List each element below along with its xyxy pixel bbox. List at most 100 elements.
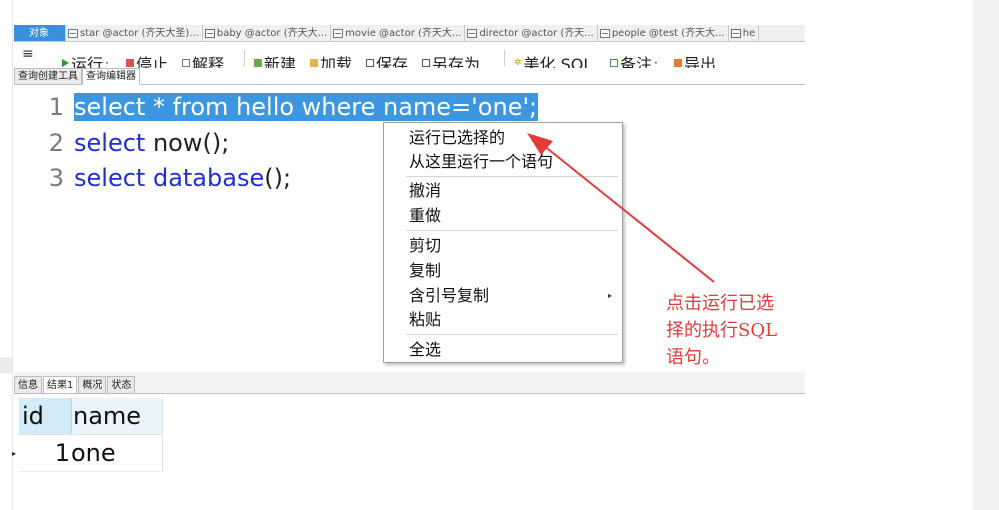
- beautify-label: 美化 SQL: [523, 55, 593, 68]
- cell-name[interactable]: one: [71, 435, 163, 472]
- selected-sql-text: select * from hello where name='one';: [74, 93, 539, 121]
- run-button[interactable]: 运行 ·: [62, 51, 109, 68]
- comment-label: 备注: [620, 55, 653, 68]
- load-button[interactable]: 加载: [310, 51, 352, 68]
- toolbar-divider: [504, 50, 505, 66]
- run-caret: ·: [105, 56, 109, 68]
- annotation-note: 点击运行已选 择的执行SQL 语句。: [666, 290, 816, 371]
- menu-item-copy-with-quotes[interactable]: 含引号复制: [409, 285, 489, 307]
- annotation-line: 语句。: [666, 347, 720, 368]
- export-button[interactable]: 导出: [674, 51, 716, 68]
- cell-id[interactable]: 1: [19, 435, 71, 472]
- tab-status[interactable]: 状态: [107, 376, 136, 394]
- save-as-icon: [422, 59, 430, 67]
- folder-icon: [310, 59, 318, 67]
- save-as-button[interactable]: 另存为: [422, 51, 480, 68]
- comment-icon: [610, 59, 618, 67]
- keyword: database: [152, 164, 265, 192]
- right-gutter: [973, 0, 999, 510]
- explain-label: 解释: [192, 55, 225, 68]
- tab-query-editor[interactable]: 查询编辑器: [82, 68, 140, 85]
- explain-icon: [182, 59, 190, 67]
- code-text: select * from hello where name='one';: [74, 90, 539, 124]
- tab-overview[interactable]: 概况: [78, 376, 107, 394]
- tab-query-builder[interactable]: 查询创建工具: [14, 68, 82, 85]
- export-icon: [674, 59, 682, 67]
- menu-icon[interactable]: ≡: [22, 46, 34, 62]
- line-number: 3: [48, 164, 64, 192]
- tab-label: people @test (齐天大...: [611, 28, 725, 39]
- tab-people[interactable]: people @test (齐天大...: [598, 25, 729, 41]
- panel-splitter[interactable]: [0, 357, 12, 373]
- run-label: 运行: [71, 55, 104, 68]
- tab-info[interactable]: 信息: [14, 376, 42, 394]
- stop-label: 停止: [136, 55, 169, 68]
- menu-item-cut[interactable]: 剪切: [409, 235, 441, 257]
- menu-separator: [406, 334, 618, 335]
- tab-label: he: [742, 28, 756, 39]
- menu-separator: [406, 176, 618, 177]
- toolbar: ≡ 运行 · 停止 解释 新建 加载 保存 另存为 ✲ 美化 SQL 备注 · 导出: [14, 46, 805, 68]
- beautify-sql-button[interactable]: ✲ 美化 SQL: [514, 51, 592, 68]
- toolbar-divider: [244, 50, 245, 66]
- stop-button[interactable]: 停止: [126, 51, 168, 68]
- tab-star[interactable]: star @actor (齐天大圣)...: [66, 25, 203, 41]
- line-number: 2: [48, 129, 64, 157]
- table-icon: [333, 29, 344, 38]
- save-label: 保存: [376, 55, 409, 68]
- annotation-line: 点击运行已选: [666, 293, 774, 314]
- tab-label: 对象: [29, 28, 49, 39]
- editor-subtabs: 查询创建工具 查询编辑器: [14, 68, 140, 85]
- table-icon: [599, 29, 610, 38]
- grid-line: [19, 434, 163, 435]
- tab-strip: 对象 star @actor (齐天大圣)... baby @actor (齐天…: [14, 25, 805, 42]
- column-header-name[interactable]: name: [71, 398, 163, 435]
- keyword: select: [74, 164, 146, 192]
- code-text: select now();: [74, 126, 229, 160]
- tab-director[interactable]: director @actor (齐天...: [465, 25, 598, 41]
- new-label: 新建: [264, 55, 297, 68]
- save-as-label: 另存为: [432, 55, 481, 68]
- tab-label: movie @actor (齐天大...: [345, 28, 462, 39]
- tab-movie[interactable]: movie @actor (齐天大...: [331, 25, 466, 41]
- menu-item-copy[interactable]: 复制: [409, 260, 441, 282]
- explain-button[interactable]: 解释: [182, 51, 224, 68]
- table-icon: [68, 29, 78, 38]
- tab-objects[interactable]: 对象: [14, 25, 66, 41]
- result-tabs: 信息 结果1 概况 状态: [14, 376, 136, 394]
- save-icon: [366, 59, 374, 67]
- menu-item-undo[interactable]: 撤消: [409, 180, 441, 202]
- tab-baby[interactable]: baby @actor (齐天大...: [203, 25, 332, 41]
- code-token: ();: [264, 164, 292, 192]
- context-menu: 运行已选择的 从这里运行一个语句 撤消 重做 剪切 复制 含引号复制 ▸ 粘贴 …: [383, 122, 623, 363]
- menu-item-select-all[interactable]: 全选: [409, 339, 441, 361]
- column-header-id[interactable]: id: [19, 398, 71, 435]
- tab-label: director @actor (齐天...: [479, 28, 594, 39]
- new-button[interactable]: 新建: [254, 51, 296, 68]
- left-margin-line: [12, 0, 13, 510]
- play-icon: [62, 59, 69, 67]
- menu-item-run-selected[interactable]: 运行已选择的: [409, 127, 505, 149]
- stop-icon: [126, 59, 134, 67]
- row-pointer-icon: ▸: [12, 449, 17, 458]
- menu-item-paste[interactable]: 粘贴: [409, 309, 441, 331]
- menu-separator: [406, 230, 618, 231]
- keyword: select: [74, 129, 146, 157]
- menu-item-run-from-here[interactable]: 从这里运行一个语句: [409, 151, 553, 173]
- load-label: 加载: [320, 55, 353, 68]
- comment-button[interactable]: 备注 ·: [610, 51, 658, 68]
- tab-query-he[interactable]: he: [729, 25, 760, 41]
- screenshot-stage: { "tabs": [ {"label": "对象", "active": tr…: [0, 0, 999, 510]
- code-token: now();: [145, 129, 230, 157]
- sparkle-icon: ✲: [514, 58, 522, 68]
- tab-result1[interactable]: 结果1: [43, 376, 78, 394]
- annotation-line: 择的执行SQL: [666, 320, 778, 341]
- menu-item-redo[interactable]: 重做: [409, 205, 441, 227]
- line-number: 1: [48, 93, 64, 121]
- query-icon: [730, 29, 741, 38]
- grid-line: [19, 471, 163, 472]
- comment-caret: ·: [654, 56, 658, 68]
- submenu-arrow-icon: ▸: [608, 291, 613, 300]
- save-button[interactable]: 保存: [366, 51, 408, 68]
- code-text: select database();: [74, 161, 291, 195]
